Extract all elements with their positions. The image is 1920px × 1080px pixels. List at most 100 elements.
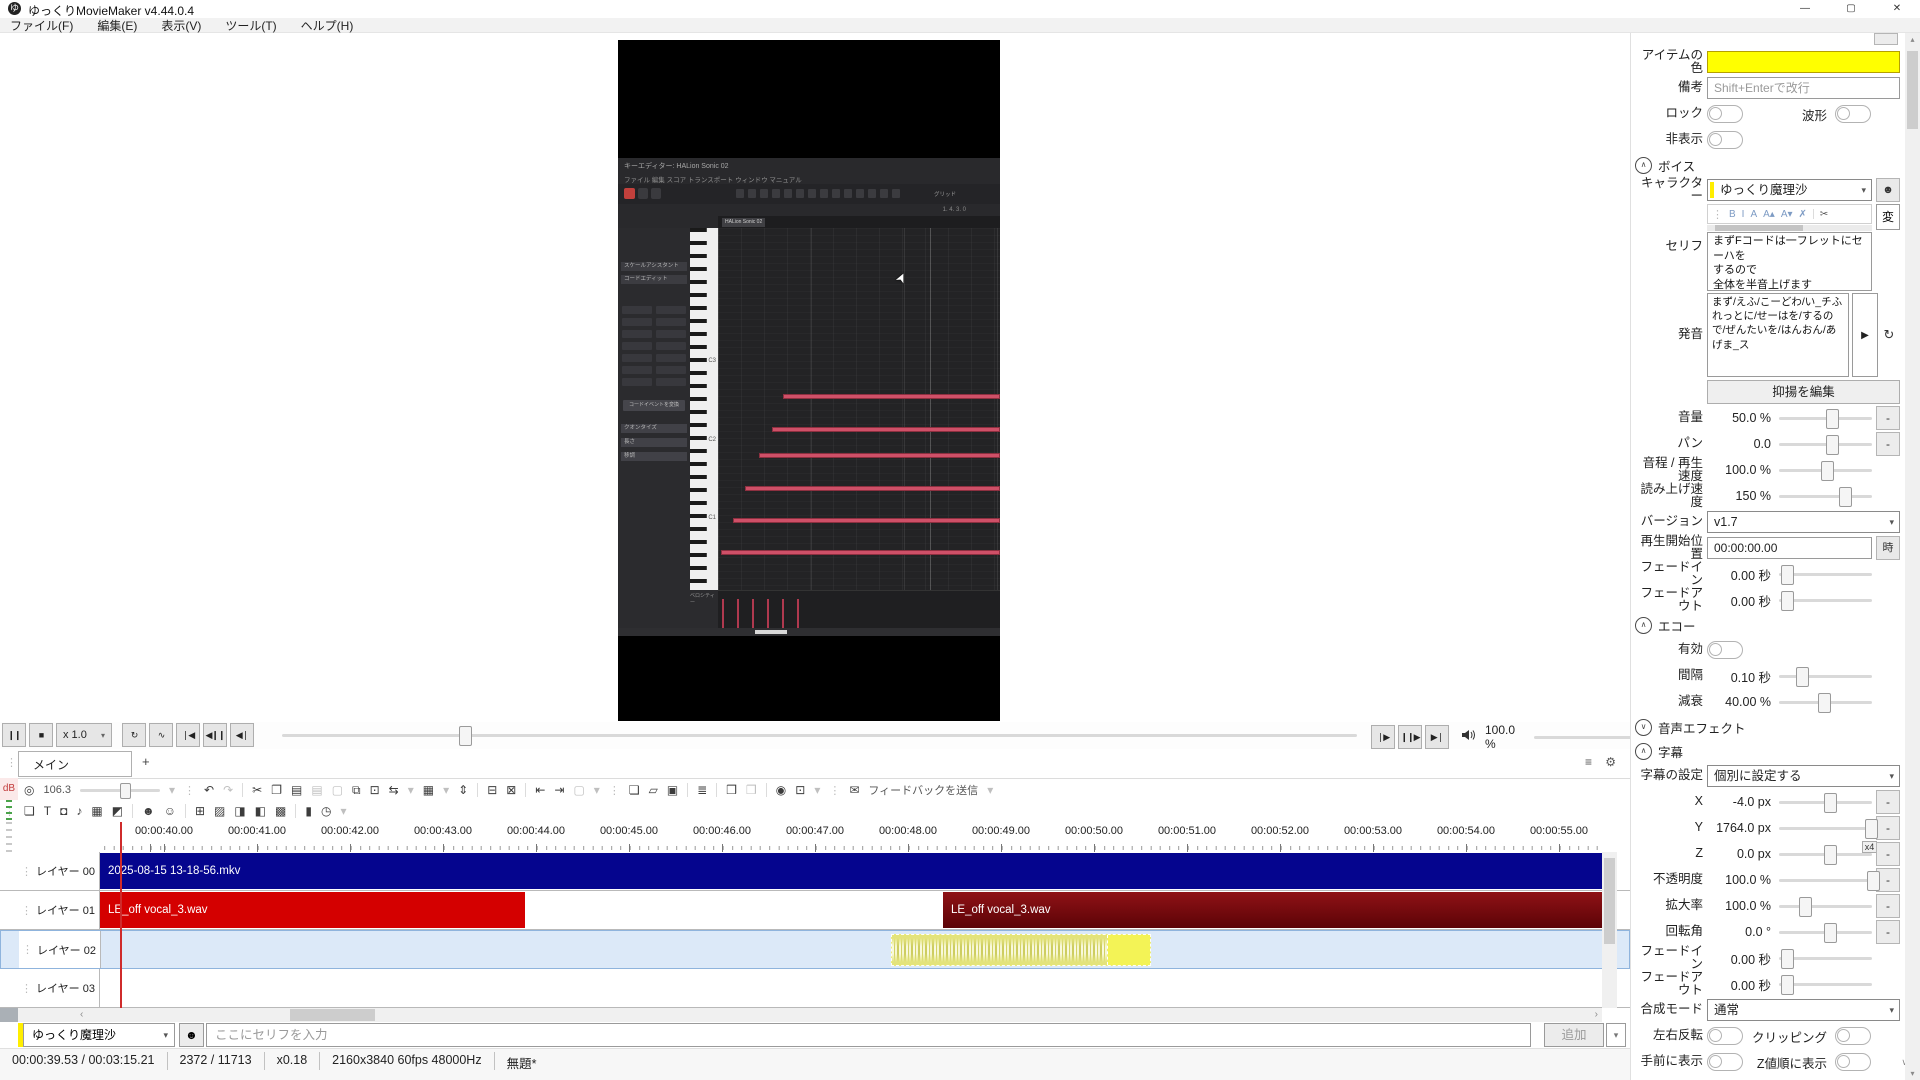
- delete-all-icon[interactable]: ⊠: [506, 783, 516, 797]
- audio-clip[interactable]: LE_off vocal_3.wav: [943, 892, 1602, 928]
- image-item-icon[interactable]: ▦: [91, 804, 102, 818]
- slider-thumb[interactable]: [1826, 409, 1839, 429]
- echo-decay-slider[interactable]: [1779, 701, 1872, 704]
- video-clip[interactable]: 2025-08-15 13-18-56.mkv: [100, 853, 1602, 889]
- slider-thumb[interactable]: [1821, 461, 1834, 481]
- rotation-slider[interactable]: [1779, 931, 1872, 934]
- echo-interval-slider[interactable]: [1779, 675, 1872, 678]
- chev-icon[interactable]: ▾: [594, 783, 600, 797]
- scroll-up-arrow[interactable]: ▴: [1905, 33, 1920, 47]
- swap-icon[interactable]: ⇆: [389, 783, 399, 797]
- lock-toggle[interactable]: [1707, 105, 1743, 123]
- cut-icon[interactable]: ✂: [252, 783, 262, 797]
- menu-編集(E)[interactable]: 編集(E): [97, 17, 137, 34]
- align-icon[interactable]: ⇕: [458, 783, 468, 797]
- convert-button[interactable]: 変: [1876, 204, 1900, 230]
- volume-slider[interactable]: [1534, 736, 1644, 739]
- chev-icon[interactable]: ▾: [408, 783, 414, 797]
- speech-rate-slider[interactable]: [1779, 495, 1872, 498]
- screenshot-box-icon[interactable]: ⊡: [795, 783, 805, 797]
- scroll-right-arrow[interactable]: ›: [1595, 1008, 1598, 1022]
- effect-item-icon[interactable]: ▨: [214, 804, 225, 818]
- decrement-button[interactable]: -: [1876, 816, 1900, 840]
- character-edit-button[interactable]: ☻: [1876, 178, 1900, 202]
- collapse-icon[interactable]: ∧: [1635, 157, 1652, 174]
- seek-end-button[interactable]: ▶❘: [1425, 725, 1449, 749]
- y-slider[interactable]: x4: [1779, 827, 1872, 830]
- font-icon[interactable]: A: [1750, 209, 1757, 220]
- collapse-icon[interactable]: ∧: [1635, 617, 1652, 634]
- slider-thumb[interactable]: [1865, 819, 1878, 839]
- scroll-down-arrow[interactable]: ▾: [1905, 1069, 1920, 1078]
- z-order-toggle[interactable]: [1835, 1053, 1871, 1071]
- voice-fade-in-slider[interactable]: [1779, 573, 1872, 576]
- slider-thumb[interactable]: [1796, 667, 1809, 687]
- layer-header[interactable]: ⋮レイヤー 00: [18, 852, 100, 890]
- decrement-button[interactable]: -: [1876, 920, 1900, 944]
- layer-header[interactable]: ⋮レイヤー 02: [19, 931, 101, 968]
- slider-thumb[interactable]: [1824, 923, 1837, 943]
- decrement-button[interactable]: -: [1876, 432, 1900, 456]
- sub-fade-in-slider[interactable]: [1779, 957, 1872, 960]
- refresh-pronunciation-button[interactable]: ↻: [1878, 327, 1900, 343]
- feedback-icon[interactable]: ✉: [849, 783, 859, 797]
- add-tab-button[interactable]: +: [142, 754, 150, 769]
- blend-mode-select[interactable]: 通常▾: [1707, 999, 1900, 1021]
- scroll-left-arrow[interactable]: ‹: [80, 1008, 83, 1022]
- mosaic-item-icon[interactable]: ▩: [275, 804, 286, 818]
- drag-handle-icon[interactable]: ⋮: [1712, 208, 1723, 221]
- lock-icon[interactable]: ⊡: [370, 783, 380, 797]
- voice-item-icon[interactable]: ❏: [24, 804, 35, 818]
- decrement-button[interactable]: -: [1876, 842, 1900, 866]
- redo-icon[interactable]: ↷: [223, 783, 233, 797]
- grid-icon[interactable]: ▦: [423, 783, 434, 797]
- version-select[interactable]: v1.7▾: [1707, 511, 1900, 533]
- video-preview[interactable]: キーエディター: HALion Sonic 02 ファイル 編集 スコア トラン…: [618, 40, 1000, 721]
- slider-thumb[interactable]: [1826, 435, 1839, 455]
- speed-select[interactable]: x 1.0▾: [56, 723, 112, 747]
- expand-icon[interactable]: ∨: [1635, 719, 1652, 736]
- decrement-button[interactable]: -: [1876, 406, 1900, 430]
- feedback-label[interactable]: フィードバックを送信: [868, 782, 978, 798]
- scale-slider[interactable]: [1779, 905, 1872, 908]
- add-item-dropdown[interactable]: ▾: [1606, 1023, 1626, 1047]
- export-alt-icon[interactable]: ❒: [746, 783, 757, 797]
- pause-button[interactable]: ❙❙: [2, 723, 26, 747]
- slider-thumb[interactable]: [1781, 591, 1794, 611]
- audio-clip-selected[interactable]: [891, 934, 1151, 966]
- layer-row[interactable]: ⋮レイヤー 002025-08-15 13-18-56.mkv: [0, 852, 1630, 891]
- audio-clip[interactable]: LE_off vocal_3.wav: [100, 892, 525, 928]
- screenshot-icon[interactable]: ◉: [776, 783, 786, 797]
- chev-icon[interactable]: ▾: [340, 804, 346, 818]
- time-picker-button[interactable]: 時: [1876, 536, 1900, 560]
- prev-clip-button[interactable]: ◀❙❙: [203, 723, 227, 747]
- text-item-icon[interactable]: T: [44, 804, 51, 818]
- slider-thumb[interactable]: [1867, 871, 1880, 891]
- speaker-icon[interactable]: [1462, 728, 1476, 746]
- shift-left-icon[interactable]: ⇤: [535, 783, 545, 797]
- menu-ツール(T)[interactable]: ツール(T): [225, 17, 276, 34]
- audio-item-icon[interactable]: ♪: [76, 804, 82, 818]
- paste-icon[interactable]: ▤: [291, 783, 302, 797]
- bold-icon[interactable]: B: [1729, 209, 1736, 220]
- copy-icon[interactable]: ❐: [271, 783, 282, 797]
- gear-icon[interactable]: ⚙: [1605, 755, 1616, 769]
- decrement-button[interactable]: -: [1876, 790, 1900, 814]
- seek-slider[interactable]: [282, 734, 1357, 737]
- zoom-icon[interactable]: ◎: [24, 783, 34, 797]
- subtitle-item-icon[interactable]: ◨: [234, 804, 245, 818]
- slider-thumb[interactable]: [1824, 793, 1837, 813]
- group-item-icon[interactable]: ⊞: [195, 804, 205, 818]
- slider-thumb[interactable]: [1818, 693, 1831, 713]
- zoom-value[interactable]: 106.3: [43, 784, 71, 796]
- item-color-field[interactable]: [1707, 51, 1900, 73]
- front-toggle[interactable]: [1707, 1053, 1743, 1071]
- waveform-toggle[interactable]: [1835, 105, 1871, 123]
- next-clip-button[interactable]: ❙❙▶: [1398, 725, 1422, 749]
- menu-ヘルプ(H)[interactable]: ヘルプ(H): [301, 17, 354, 34]
- flip-toggle[interactable]: [1707, 1027, 1743, 1045]
- open-folder-icon[interactable]: ▱: [649, 783, 658, 797]
- volume-slider[interactable]: [1779, 417, 1872, 420]
- subtitle-setting-select[interactable]: 個別に設定する▾: [1707, 765, 1900, 787]
- collapse-icon[interactable]: ▾: [169, 783, 175, 797]
